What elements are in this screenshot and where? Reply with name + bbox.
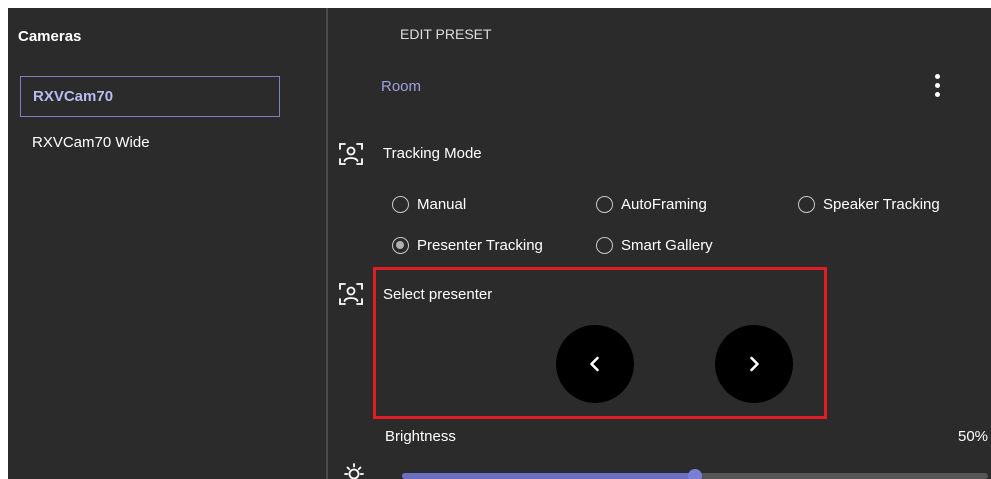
brightness-label: Brightness: [385, 428, 456, 445]
radio-manual[interactable]: Manual: [392, 196, 466, 213]
more-vert-icon: [934, 73, 940, 79]
radio-circle-icon: [596, 237, 613, 254]
radio-speaker-tracking[interactable]: Speaker Tracking: [798, 196, 940, 213]
preset-name: Room: [381, 78, 422, 95]
tracking-mode-label: Tracking Mode: [383, 145, 482, 162]
camera-item-label: RXVCam70: [33, 88, 114, 105]
radio-smart-gallery[interactable]: Smart Gallery: [596, 237, 713, 254]
sidebar-title: Cameras: [18, 28, 82, 45]
more-options-button[interactable]: [926, 70, 948, 100]
radio-circle-icon: [392, 196, 409, 213]
cameras-sidebar: Cameras RXVCam70 RXVCam70 Wide: [8, 8, 326, 479]
radio-autoframing[interactable]: AutoFraming: [596, 196, 707, 213]
next-presenter-button[interactable]: [715, 325, 793, 403]
radio-label: Speaker Tracking: [823, 196, 940, 213]
previous-presenter-button[interactable]: [556, 325, 634, 403]
person-tracking-icon: [339, 283, 363, 305]
radio-circle-icon: [596, 196, 613, 213]
camera-item-rxvcam70[interactable]: RXVCam70: [20, 76, 280, 117]
radio-circle-icon: [798, 196, 815, 213]
radio-label: Presenter Tracking: [417, 237, 543, 254]
page-title: EDIT PRESET: [400, 26, 492, 42]
sidebar-divider: [326, 8, 328, 479]
brightness-slider-thumb[interactable]: [688, 469, 702, 479]
brightness-slider[interactable]: [402, 469, 988, 479]
radio-presenter-tracking[interactable]: Presenter Tracking: [392, 237, 543, 254]
radio-label: Manual: [417, 196, 467, 213]
radio-label: AutoFraming: [621, 196, 707, 213]
chevron-left-icon: [590, 356, 599, 372]
radio-label: Smart Gallery: [621, 237, 713, 254]
chevron-right-icon: [750, 356, 759, 372]
camera-item-label: RXVCam70 Wide: [32, 134, 150, 151]
brightness-value: 50%: [958, 428, 989, 445]
camera-item-rxvcam70-wide[interactable]: RXVCam70 Wide: [20, 122, 280, 163]
person-tracking-icon: [339, 143, 363, 165]
radio-checked-icon: [392, 237, 409, 254]
brightness-slider-fill: [402, 473, 695, 479]
camera-settings-panel: Cameras RXVCam70 RXVCam70 Wide EDIT PRES…: [8, 8, 991, 479]
sun-icon: [344, 463, 364, 479]
